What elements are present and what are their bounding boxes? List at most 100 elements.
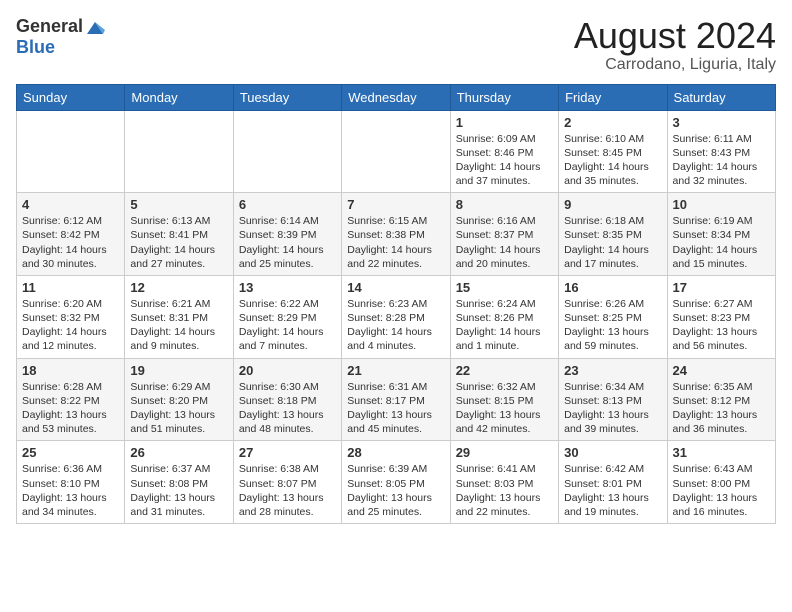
weekday-header: Wednesday xyxy=(342,84,450,110)
calendar-cell: 8 Sunrise: 6:16 AM Sunset: 8:37 PM Daylig… xyxy=(450,193,558,276)
day-number: 31 xyxy=(673,445,770,460)
day-number: 22 xyxy=(456,363,553,378)
day-number: 17 xyxy=(673,280,770,295)
day-number: 15 xyxy=(456,280,553,295)
month-year-title: August 2024 xyxy=(574,16,776,56)
calendar-cell: 4Sunrise: 6:12 AM Sunset: 8:42 PM Daylig… xyxy=(17,193,125,276)
title-section: August 2024 Carrodano, Liguria, Italy xyxy=(574,16,776,74)
page-header: General Blue August 2024 Carrodano, Ligu… xyxy=(16,16,776,74)
calendar-cell: 14 Sunrise: 6:23 AM Sunset: 8:28 PM Dayli… xyxy=(342,275,450,358)
calendar-cell: 2 Sunrise: 6:10 AM Sunset: 8:45 PM Daylig… xyxy=(559,110,667,193)
day-number: 1 xyxy=(456,115,553,130)
day-info: Sunrise: 6:34 AM Sunset: 8:13 PM Dayligh… xyxy=(564,380,661,437)
day-number: 21 xyxy=(347,363,444,378)
day-number: 8 xyxy=(456,197,553,212)
calendar-cell: 23 Sunrise: 6:34 AM Sunset: 8:13 PM Dayli… xyxy=(559,358,667,441)
calendar-cell: 16 Sunrise: 6:26 AM Sunset: 8:25 PM Dayli… xyxy=(559,275,667,358)
calendar-cell: 6Sunrise: 6:14 AM Sunset: 8:39 PM Daylig… xyxy=(233,193,341,276)
calendar-cell: 12 Sunrise: 6:21 AM Sunset: 8:31 PM Dayli… xyxy=(125,275,233,358)
calendar-cell: 11 Sunrise: 6:20 AM Sunset: 8:32 PM Dayli… xyxy=(17,275,125,358)
calendar-cell xyxy=(125,110,233,193)
calendar-cell: 9 Sunrise: 6:18 AM Sunset: 8:35 PM Daylig… xyxy=(559,193,667,276)
day-info: Sunrise: 6:10 AM Sunset: 8:45 PM Dayligh… xyxy=(564,132,661,189)
logo-blue: Blue xyxy=(16,38,105,58)
calendar-cell: 22 Sunrise: 6:32 AM Sunset: 8:15 PM Dayli… xyxy=(450,358,558,441)
weekday-header: Tuesday xyxy=(233,84,341,110)
day-info: Sunrise: 6:09 AM Sunset: 8:46 PM Dayligh… xyxy=(456,132,553,189)
calendar-cell: 27Sunrise: 6:38 AM Sunset: 8:07 PM Dayli… xyxy=(233,441,341,524)
calendar-cell: 13 Sunrise: 6:22 AM Sunset: 8:29 PM Dayli… xyxy=(233,275,341,358)
day-number: 28 xyxy=(347,445,444,460)
day-number: 14 xyxy=(347,280,444,295)
day-info: Sunrise: 6:14 AM Sunset: 8:39 PM Dayligh… xyxy=(239,214,336,271)
weekday-header: Sunday xyxy=(17,84,125,110)
day-number: 9 xyxy=(564,197,661,212)
day-info: Sunrise: 6:21 AM Sunset: 8:31 PM Dayligh… xyxy=(130,297,227,354)
calendar-cell: 1 Sunrise: 6:09 AM Sunset: 8:46 PM Daylig… xyxy=(450,110,558,193)
calendar-cell: 25 Sunrise: 6:36 AM Sunset: 8:10 PM Dayli… xyxy=(17,441,125,524)
day-info: Sunrise: 6:26 AM Sunset: 8:25 PM Dayligh… xyxy=(564,297,661,354)
calendar-cell xyxy=(233,110,341,193)
day-number: 2 xyxy=(564,115,661,130)
day-number: 5 xyxy=(130,197,227,212)
calendar-cell xyxy=(17,110,125,193)
day-number: 11 xyxy=(22,280,119,295)
day-info: Sunrise: 6:32 AM Sunset: 8:15 PM Dayligh… xyxy=(456,380,553,437)
day-number: 23 xyxy=(564,363,661,378)
day-info: Sunrise: 6:27 AM Sunset: 8:23 PM Dayligh… xyxy=(673,297,770,354)
day-number: 20 xyxy=(239,363,336,378)
calendar-cell xyxy=(342,110,450,193)
logo-icon xyxy=(85,18,105,38)
location-subtitle: Carrodano, Liguria, Italy xyxy=(574,56,776,74)
day-number: 26 xyxy=(130,445,227,460)
calendar-week-row: 4Sunrise: 6:12 AM Sunset: 8:42 PM Daylig… xyxy=(17,193,776,276)
calendar-week-row: 25 Sunrise: 6:36 AM Sunset: 8:10 PM Dayli… xyxy=(17,441,776,524)
day-number: 12 xyxy=(130,280,227,295)
day-number: 16 xyxy=(564,280,661,295)
weekday-header: Thursday xyxy=(450,84,558,110)
calendar-week-row: 1 Sunrise: 6:09 AM Sunset: 8:46 PM Daylig… xyxy=(17,110,776,193)
calendar-cell: 15Sunrise: 6:24 AM Sunset: 8:26 PM Dayli… xyxy=(450,275,558,358)
day-info: Sunrise: 6:29 AM Sunset: 8:20 PM Dayligh… xyxy=(130,380,227,437)
day-info: Sunrise: 6:16 AM Sunset: 8:37 PM Dayligh… xyxy=(456,214,553,271)
day-number: 24 xyxy=(673,363,770,378)
calendar-cell: 20 Sunrise: 6:30 AM Sunset: 8:18 PM Dayli… xyxy=(233,358,341,441)
day-number: 27 xyxy=(239,445,336,460)
day-number: 29 xyxy=(456,445,553,460)
calendar-week-row: 18 Sunrise: 6:28 AM Sunset: 8:22 PM Dayli… xyxy=(17,358,776,441)
day-info: Sunrise: 6:41 AM Sunset: 8:03 PM Dayligh… xyxy=(456,462,553,519)
calendar-cell: 29 Sunrise: 6:41 AM Sunset: 8:03 PM Dayli… xyxy=(450,441,558,524)
calendar-cell: 7Sunrise: 6:15 AM Sunset: 8:38 PM Daylig… xyxy=(342,193,450,276)
day-info: Sunrise: 6:37 AM Sunset: 8:08 PM Dayligh… xyxy=(130,462,227,519)
day-info: Sunrise: 6:31 AM Sunset: 8:17 PM Dayligh… xyxy=(347,380,444,437)
day-info: Sunrise: 6:30 AM Sunset: 8:18 PM Dayligh… xyxy=(239,380,336,437)
day-info: Sunrise: 6:13 AM Sunset: 8:41 PM Dayligh… xyxy=(130,214,227,271)
day-info: Sunrise: 6:43 AM Sunset: 8:00 PM Dayligh… xyxy=(673,462,770,519)
day-number: 18 xyxy=(22,363,119,378)
weekday-header: Monday xyxy=(125,84,233,110)
calendar-cell: 30Sunrise: 6:42 AM Sunset: 8:01 PM Dayli… xyxy=(559,441,667,524)
day-info: Sunrise: 6:11 AM Sunset: 8:43 PM Dayligh… xyxy=(673,132,770,189)
day-info: Sunrise: 6:19 AM Sunset: 8:34 PM Dayligh… xyxy=(673,214,770,271)
logo-general: General xyxy=(16,17,83,37)
day-info: Sunrise: 6:36 AM Sunset: 8:10 PM Dayligh… xyxy=(22,462,119,519)
day-info: Sunrise: 6:15 AM Sunset: 8:38 PM Dayligh… xyxy=(347,214,444,271)
day-number: 25 xyxy=(22,445,119,460)
calendar-cell: 19Sunrise: 6:29 AM Sunset: 8:20 PM Dayli… xyxy=(125,358,233,441)
calendar-cell: 17 Sunrise: 6:27 AM Sunset: 8:23 PM Dayli… xyxy=(667,275,775,358)
day-info: Sunrise: 6:42 AM Sunset: 8:01 PM Dayligh… xyxy=(564,462,661,519)
day-number: 4 xyxy=(22,197,119,212)
logo: General Blue xyxy=(16,16,105,58)
weekday-header: Saturday xyxy=(667,84,775,110)
calendar-cell: 26 Sunrise: 6:37 AM Sunset: 8:08 PM Dayli… xyxy=(125,441,233,524)
day-number: 13 xyxy=(239,280,336,295)
day-info: Sunrise: 6:28 AM Sunset: 8:22 PM Dayligh… xyxy=(22,380,119,437)
day-info: Sunrise: 6:23 AM Sunset: 8:28 PM Dayligh… xyxy=(347,297,444,354)
day-info: Sunrise: 6:18 AM Sunset: 8:35 PM Dayligh… xyxy=(564,214,661,271)
calendar-week-row: 11 Sunrise: 6:20 AM Sunset: 8:32 PM Dayli… xyxy=(17,275,776,358)
calendar-cell: 21 Sunrise: 6:31 AM Sunset: 8:17 PM Dayli… xyxy=(342,358,450,441)
day-info: Sunrise: 6:20 AM Sunset: 8:32 PM Dayligh… xyxy=(22,297,119,354)
calendar-cell: 10Sunrise: 6:19 AM Sunset: 8:34 PM Dayli… xyxy=(667,193,775,276)
day-info: Sunrise: 6:22 AM Sunset: 8:29 PM Dayligh… xyxy=(239,297,336,354)
day-info: Sunrise: 6:39 AM Sunset: 8:05 PM Dayligh… xyxy=(347,462,444,519)
